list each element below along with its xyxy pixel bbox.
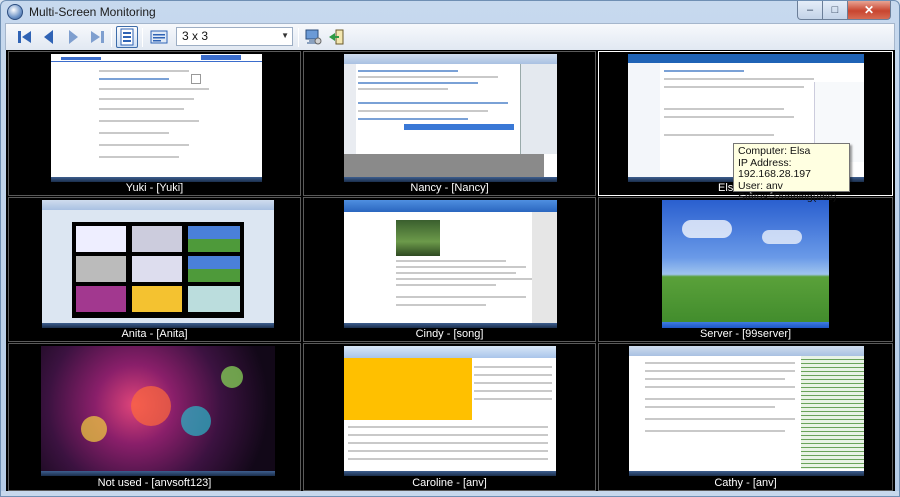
previous-icon (44, 30, 53, 44)
monitor-cell-nancy[interactable]: Nancy - [Nancy] (303, 51, 596, 196)
main-window: Multi-Screen Monitoring – □ ✕ 3 x 3 ▼ Yu… (0, 0, 900, 497)
first-page-button[interactable] (14, 26, 36, 48)
grid-view-button[interactable] (116, 26, 138, 48)
monitor-caption: Server - [99server] (699, 328, 792, 340)
monitor-caption: Anita - [Anita] (121, 328, 188, 340)
computer-settings-button[interactable] (302, 26, 324, 48)
monitor-caption: Cindy - [song] (415, 328, 484, 340)
tooltip-computer: Computer: Elsa (738, 145, 811, 157)
monitor-caption: Yuki - [Yuki] (125, 182, 184, 194)
last-icon (91, 31, 104, 43)
toolbar: 3 x 3 ▼ (5, 23, 895, 50)
screen-thumbnail (51, 54, 262, 182)
screen-thumbnail (344, 200, 557, 328)
exit-icon (329, 29, 344, 45)
computer-info-tooltip: Computer: Elsa IP Address: 192.168.28.19… (733, 143, 850, 203)
last-page-button[interactable] (86, 26, 108, 48)
monitor-cell-server[interactable]: Server - [99server] (598, 197, 893, 342)
screen-thumbnail (41, 346, 275, 476)
chevron-down-icon: ▼ (281, 31, 289, 40)
list-view-icon (150, 30, 168, 44)
tooltip-status: Status: Running(Idle) (738, 191, 837, 203)
layout-select[interactable]: 3 x 3 ▼ (176, 27, 293, 46)
layout-select-value: 3 x 3 (182, 29, 209, 43)
monitor-cell-cathy[interactable]: Cathy - [anv] (598, 343, 893, 491)
monitor-cell-cindy[interactable]: Cindy - [song] (303, 197, 596, 342)
maximize-button[interactable]: □ (823, 1, 848, 20)
exit-button[interactable] (326, 26, 348, 48)
app-icon (7, 4, 23, 20)
monitor-grid: Yuki - [Yuki] Nancy - [Nancy] Elsa Anita… (6, 50, 895, 493)
monitor-cell-not-used[interactable]: Not used - [anvsoft123] (8, 343, 301, 491)
next-page-button[interactable] (62, 26, 84, 48)
window-title: Multi-Screen Monitoring (29, 5, 156, 19)
first-icon (18, 31, 31, 43)
previous-page-button[interactable] (38, 26, 60, 48)
tooltip-ip-address: IP Address: 192.168.28.197 (738, 156, 811, 180)
screen-thumbnail (344, 54, 557, 182)
monitor-cell-anita[interactable]: Anita - [Anita] (8, 197, 301, 342)
monitor-caption: Cathy - [anv] (714, 477, 777, 489)
next-icon (69, 30, 78, 44)
monitor-cell-caroline[interactable]: Caroline - [anv] (303, 343, 596, 491)
computer-settings-icon (305, 29, 322, 45)
screen-thumbnail (42, 200, 274, 328)
monitor-caption: Caroline - [anv] (412, 477, 487, 489)
title-bar[interactable]: Multi-Screen Monitoring – □ ✕ (1, 1, 899, 23)
status-bar (1, 491, 899, 496)
monitor-caption: Not used - [anvsoft123] (97, 477, 212, 489)
screen-thumbnail (344, 346, 556, 476)
monitor-cell-yuki[interactable]: Yuki - [Yuki] (8, 51, 301, 196)
close-button[interactable]: ✕ (848, 1, 891, 20)
grid-view-icon (120, 28, 134, 46)
list-view-button[interactable] (148, 26, 170, 48)
screen-thumbnail (629, 346, 864, 476)
minimize-button[interactable]: – (797, 1, 823, 20)
monitor-caption: Nancy - [Nancy] (410, 182, 489, 194)
screen-thumbnail (662, 200, 829, 328)
